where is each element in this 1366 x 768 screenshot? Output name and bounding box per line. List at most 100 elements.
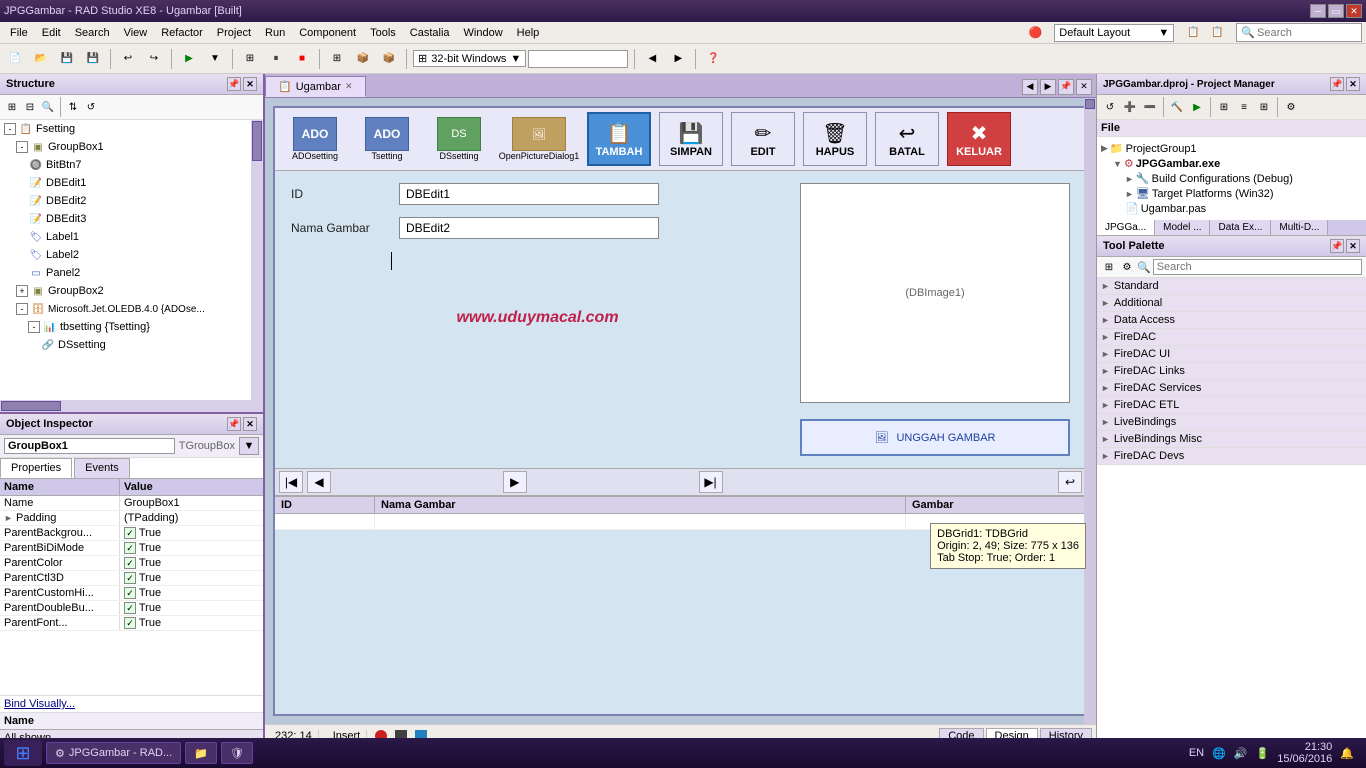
tool-cat-firedacui-header[interactable]: ► FireDAC UI [1097, 346, 1366, 362]
top-search-input[interactable] [1257, 27, 1357, 39]
menu-tools[interactable]: Tools [364, 25, 402, 41]
check-parentctl3d[interactable]: ✓ [124, 572, 136, 584]
tree-scroll-thumb[interactable] [252, 121, 262, 161]
tb-new[interactable]: 📄 [4, 48, 26, 70]
tool-cat-firedacdevs-header[interactable]: ► FireDAC Devs [1097, 448, 1366, 464]
tb-save[interactable]: 💾 [56, 48, 78, 70]
tree-item-label2[interactable]: 🏷 Label2 [0, 246, 251, 264]
layout-dropdown[interactable]: Default Layout ▼ [1054, 24, 1174, 42]
tool-cat-standard-header[interactable]: ► Standard [1097, 278, 1366, 294]
tab-close-ugambar[interactable]: ✕ [345, 81, 353, 92]
tree-item-jet[interactable]: - 🗄 Microsoft.Jet.OLEDB.4.0 {ADOse... [0, 300, 251, 318]
tool-pin-btn[interactable]: 📌 [1330, 239, 1344, 253]
tree-item-fsetting[interactable]: - 📋 Fsetting [0, 120, 251, 138]
tree-filter[interactable]: 🔍 [40, 99, 56, 115]
prop-row-padding[interactable]: ► Padding (TPadding) [0, 511, 263, 526]
field-input-namagambar[interactable]: DBEdit2 [399, 217, 659, 239]
prop-row-name[interactable]: Name GroupBox1 [0, 496, 263, 511]
proj-item-exe[interactable]: ▼ ⚙ JPGGambar.exe [1101, 156, 1362, 171]
prop-row-parentfont[interactable]: ParentFont... ✓ True [0, 616, 263, 631]
tree-item-dbedit2[interactable]: 📝 DBEdit2 [0, 192, 251, 210]
tab-ugambar[interactable]: 📋 Ugambar ✕ [265, 76, 366, 97]
tool-cat-livebindingsmisc-header[interactable]: ► LiveBindings Misc [1097, 431, 1366, 447]
proj-tab-dataex[interactable]: Data Ex... [1210, 220, 1271, 235]
menu-search[interactable]: Search [69, 25, 116, 41]
menu-help[interactable]: Help [511, 25, 546, 41]
proj-tb-options[interactable]: ⚙ [1282, 98, 1300, 116]
proj-tb-expand[interactable]: ⊞ [1255, 98, 1273, 116]
tb-comp[interactable]: 📦 [352, 48, 374, 70]
menu-file[interactable]: File [4, 25, 34, 41]
minimize-button[interactable]: ─ [1310, 4, 1326, 18]
check-parentdouble[interactable]: ✓ [124, 602, 136, 614]
component-tsetting[interactable]: ADO Tsetting [355, 117, 419, 161]
check-parentbg[interactable]: ✓ [124, 527, 136, 539]
tree-scrollbar[interactable] [251, 120, 263, 400]
tool-close-btn[interactable]: ✕ [1346, 239, 1360, 253]
expand-fsetting[interactable]: - [4, 123, 16, 135]
tree-sort[interactable]: ⇅ [65, 99, 81, 115]
proj-tb-refresh[interactable]: ↺ [1101, 98, 1119, 116]
tb-help[interactable]: ❓ [702, 48, 724, 70]
obj-component-input[interactable] [4, 438, 175, 454]
proj-tb-build[interactable]: 🔨 [1168, 98, 1186, 116]
proj-item-group[interactable]: ▶ 📁 ProjectGroup1 [1101, 141, 1362, 156]
proj-tb-run[interactable]: ▶ [1188, 98, 1206, 116]
nav-prev[interactable]: ◀ [307, 471, 331, 493]
menu-project[interactable]: Project [211, 25, 257, 41]
tool-cat-dataaccess-header[interactable]: ► Data Access [1097, 312, 1366, 328]
menu-run[interactable]: Run [259, 25, 291, 41]
nav-first[interactable]: |◀ [279, 471, 303, 493]
tree-item-label1[interactable]: 🏷 Label1 [0, 228, 251, 246]
proj-tb-list[interactable]: ≡ [1235, 98, 1253, 116]
tree-item-dbedit3[interactable]: 📝 DBEdit3 [0, 210, 251, 228]
obj-dropdown-btn[interactable]: ▼ [239, 437, 259, 455]
menu-component[interactable]: Component [293, 25, 362, 41]
structure-close-btn[interactable]: ✕ [243, 77, 257, 91]
proj-item-buildconf[interactable]: ► 🔧 Build Configurations (Debug) [1101, 171, 1362, 186]
proj-pin-btn[interactable]: 📌 [1330, 77, 1344, 91]
tree-expand-all[interactable]: ⊞ [4, 99, 20, 115]
tb-stop[interactable]: ■ [291, 48, 313, 70]
tree-item-bitbtn7[interactable]: 🔘 BitBtn7 [0, 156, 251, 174]
restore-button[interactable]: ▭ [1328, 4, 1344, 18]
tree-horiz-thumb[interactable] [1, 401, 61, 411]
tab-scroll-right[interactable]: ▶ [1040, 79, 1056, 95]
taskbar-app-rad[interactable]: ⚙ JPGGambar - RAD... [46, 742, 181, 764]
nav-last[interactable]: ▶| [699, 471, 723, 493]
obj-tab-events[interactable]: Events [74, 458, 130, 478]
obj-close-btn[interactable]: ✕ [243, 417, 257, 431]
nav-next[interactable]: ▶ [503, 471, 527, 493]
tb-comp2[interactable]: 📦 [378, 48, 400, 70]
component-dssetting[interactable]: DS DSsetting [427, 117, 491, 161]
expand-groupbox1[interactable]: - [16, 141, 28, 153]
prop-row-parentdouble[interactable]: ParentDoubleBu... ✓ True [0, 601, 263, 616]
nav-undo[interactable]: ↩ [1058, 471, 1082, 493]
tree-item-dssetting[interactable]: 🔗 DSsetting [0, 336, 251, 354]
obj-tab-properties[interactable]: Properties [0, 458, 72, 478]
tree-item-groupbox2[interactable]: + ▣ GroupBox2 [0, 282, 251, 300]
tb-forward[interactable]: ▶ [667, 48, 689, 70]
tab-close-panel[interactable]: ✕ [1076, 79, 1092, 95]
form-vscrollbar[interactable] [1084, 98, 1096, 724]
menu-view[interactable]: View [118, 25, 154, 41]
proj-close-btn[interactable]: ✕ [1346, 77, 1360, 91]
check-parentbidi[interactable]: ✓ [124, 542, 136, 554]
close-button[interactable]: ✕ [1346, 4, 1362, 18]
tree-horiz-scrollbar[interactable] [0, 400, 263, 412]
tab-scroll-left[interactable]: ◀ [1022, 79, 1038, 95]
menu-edit[interactable]: Edit [36, 25, 67, 41]
prop-row-parentcustom[interactable]: ParentCustomHi... ✓ True [0, 586, 263, 601]
proj-tab-multid[interactable]: Multi-D... [1271, 220, 1328, 235]
upload-button[interactable]: 🖼 UNGGAH GAMBAR [800, 419, 1070, 456]
proj-item-ugambarpas[interactable]: 📄 Ugambar.pas [1101, 201, 1362, 216]
toolbar-icon-btn2[interactable]: 📋 [1206, 22, 1228, 44]
taskbar-app-shield[interactable]: 🛡 [221, 742, 253, 764]
proj-tb-grid[interactable]: ⊞ [1215, 98, 1233, 116]
form-vscroll-thumb[interactable] [1085, 99, 1095, 109]
tb-toggle[interactable]: ⊞ [239, 48, 261, 70]
prop-row-parentbg[interactable]: ParentBackgrou... ✓ True [0, 526, 263, 541]
config-input[interactable] [528, 50, 628, 68]
prop-row-parentcolor[interactable]: ParentColor ✓ True [0, 556, 263, 571]
tool-cat-livebindings-header[interactable]: ► LiveBindings [1097, 414, 1366, 430]
